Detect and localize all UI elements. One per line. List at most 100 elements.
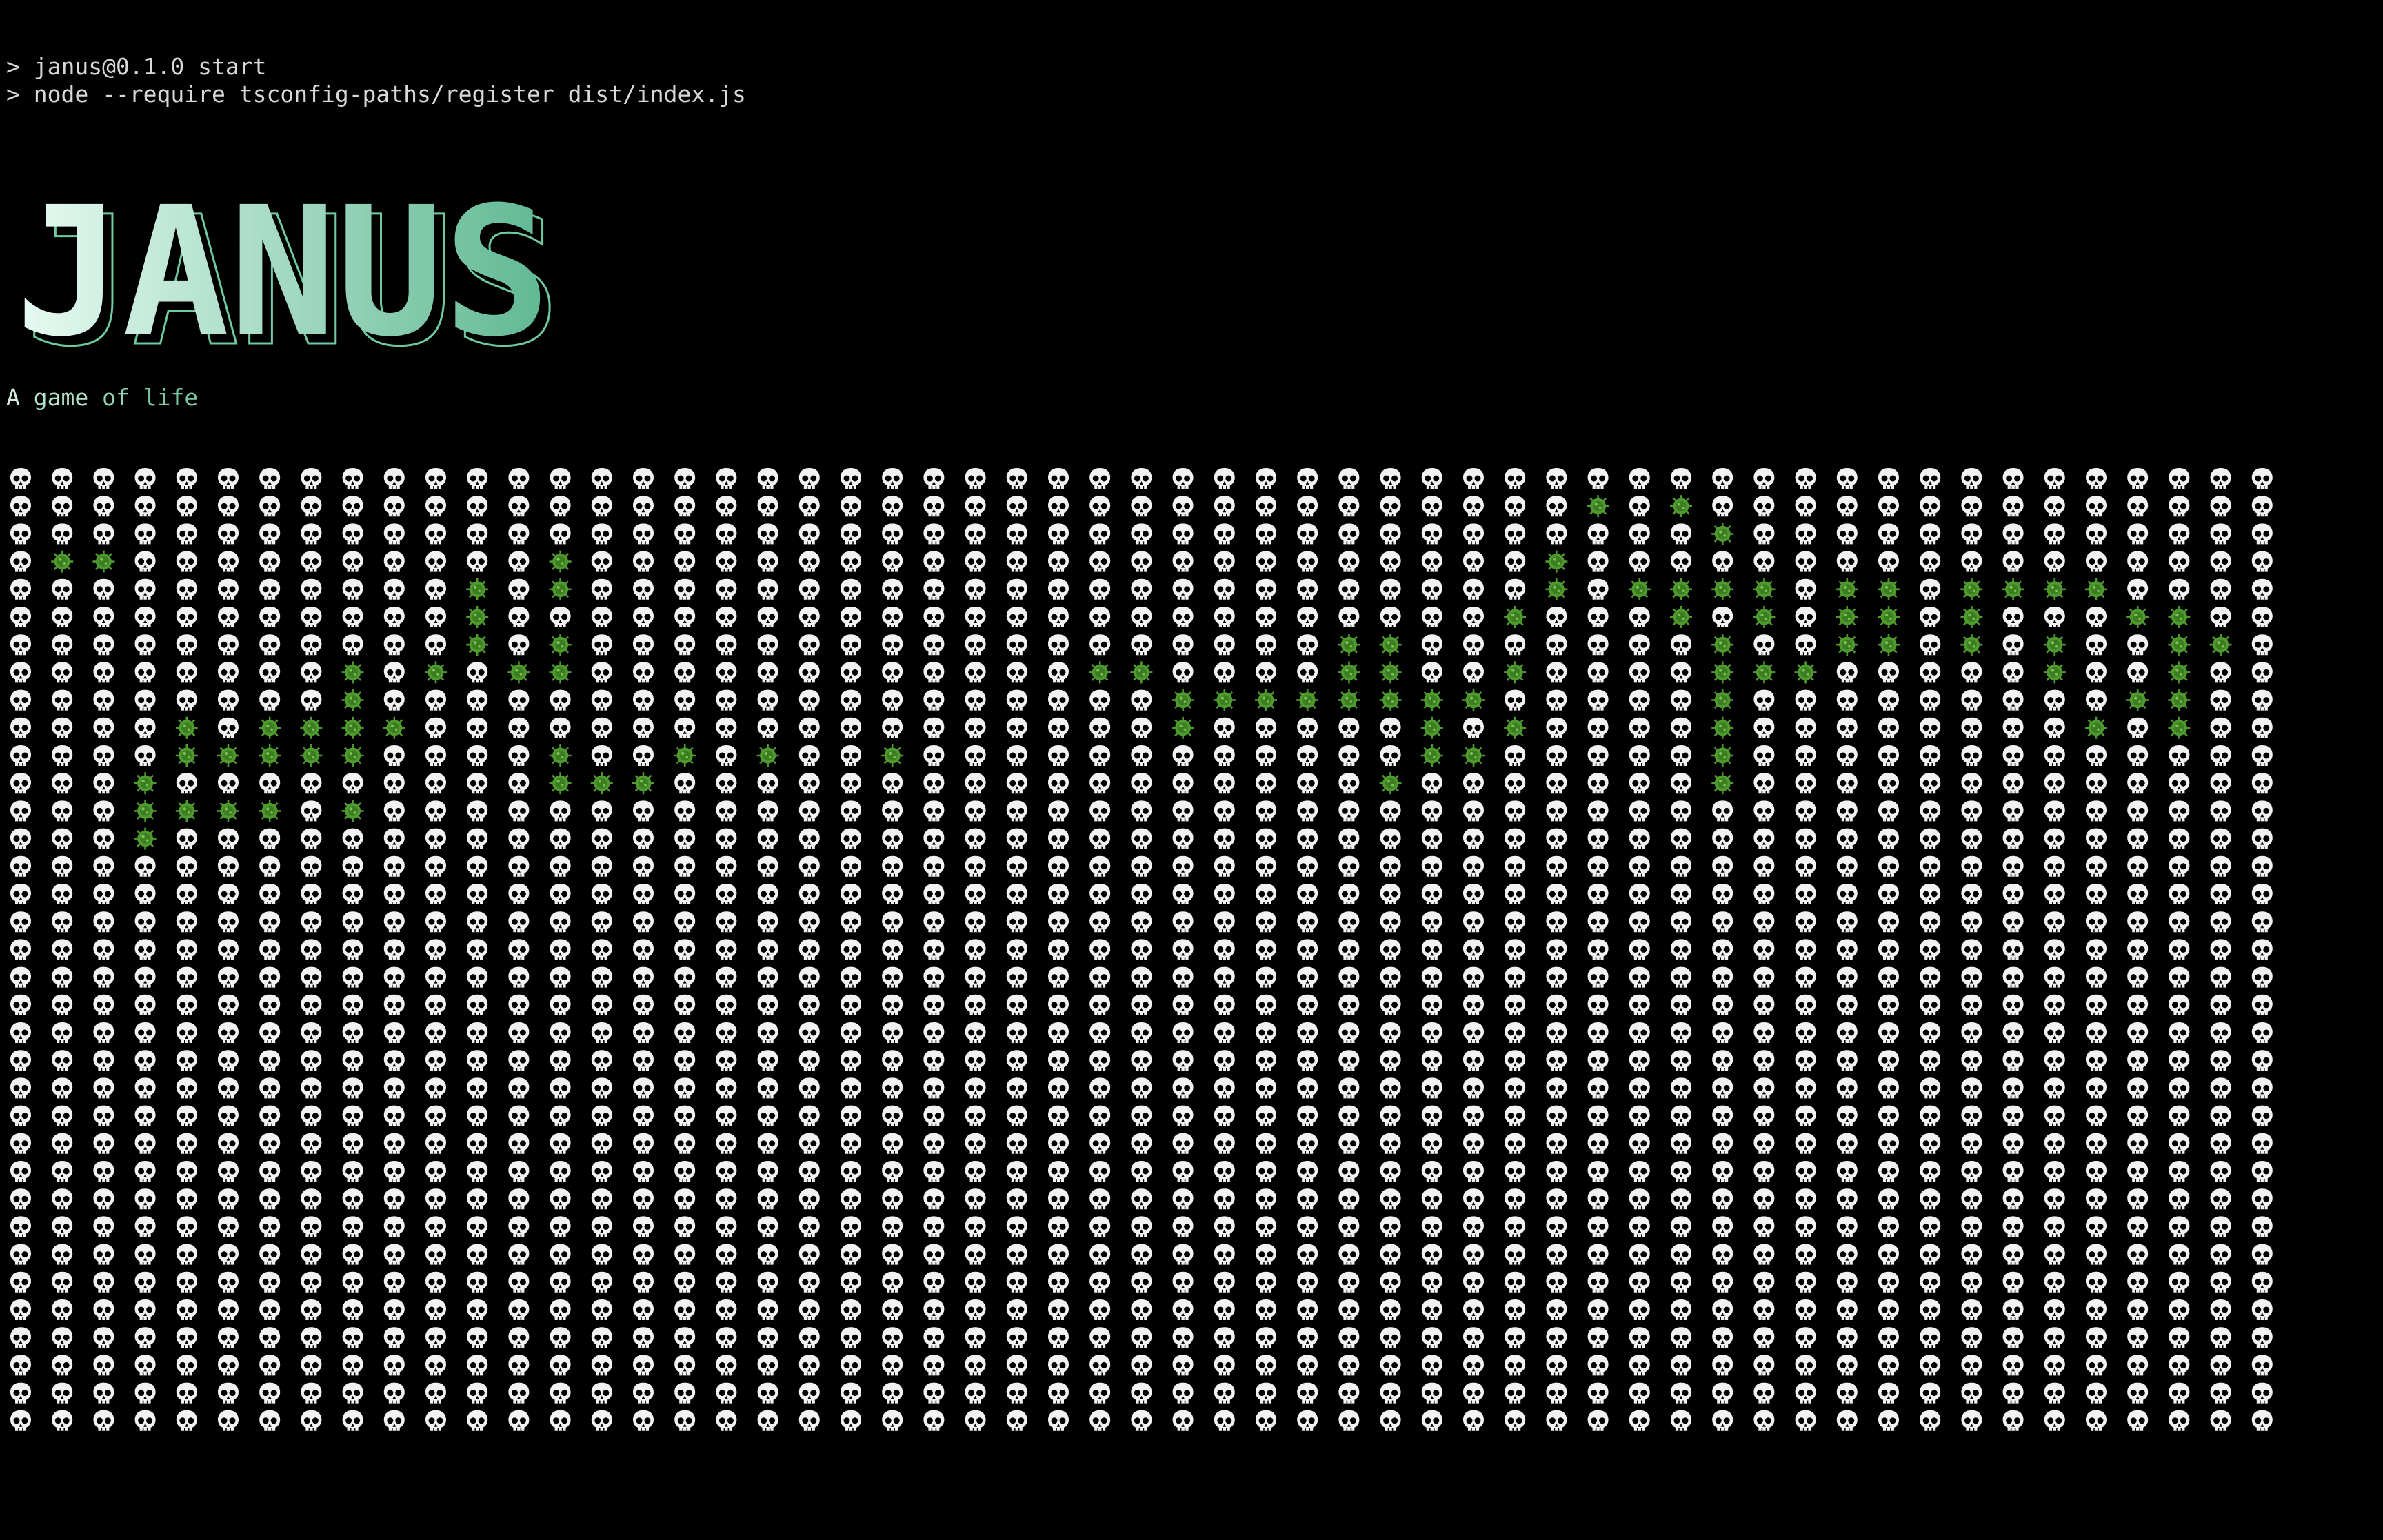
skull-icon — [1214, 717, 1235, 738]
skull-icon — [1671, 1077, 1691, 1099]
skull-icon — [2044, 884, 2065, 904]
skull-icon — [383, 468, 405, 489]
skull-icon — [798, 1022, 820, 1043]
skull-icon — [591, 1105, 612, 1126]
skull-icon — [93, 1161, 114, 1182]
skull-icon — [259, 634, 281, 656]
skull-icon — [591, 523, 612, 545]
skull-icon — [633, 1188, 654, 1210]
skull-icon — [93, 1244, 114, 1265]
skull-icon — [674, 1327, 696, 1348]
skull-icon — [716, 1161, 737, 1182]
skull-icon — [1380, 1077, 1401, 1099]
skull-icon — [965, 939, 986, 960]
skull-icon — [93, 1382, 114, 1404]
skull-icon — [1297, 468, 1318, 489]
skull-icon — [383, 994, 405, 1015]
skull-icon — [550, 1327, 571, 1348]
skull-icon — [10, 634, 31, 656]
skull-icon — [2127, 1133, 2149, 1154]
skull-icon — [134, 662, 156, 683]
skull-icon — [1961, 939, 1982, 960]
skull-icon — [1546, 1382, 1567, 1404]
virus-icon — [1461, 743, 1486, 768]
skull-icon — [52, 1410, 73, 1431]
skull-icon — [259, 855, 281, 877]
skull-icon — [342, 1133, 363, 1154]
skull-icon — [2086, 551, 2107, 572]
skull-icon — [2127, 911, 2149, 933]
skull-icon — [2210, 1355, 2231, 1376]
skull-icon — [1878, 1271, 1899, 1293]
virus-icon — [1378, 771, 1402, 796]
skull-icon — [716, 578, 737, 600]
skull-icon — [52, 1133, 73, 1154]
skull-icon — [1878, 1327, 1899, 1348]
virus-icon — [2084, 577, 2109, 602]
skull-icon — [2002, 496, 2024, 517]
skull-icon — [1048, 773, 1069, 794]
skull-icon — [1006, 911, 1027, 933]
skull-icon — [2169, 966, 2190, 988]
skull-icon — [1172, 634, 1194, 656]
skull-icon — [1214, 994, 1235, 1015]
skull-icon — [1920, 994, 1941, 1015]
skull-icon — [301, 1133, 322, 1154]
skull-icon — [467, 1382, 488, 1404]
skull-icon — [2127, 1327, 2149, 1348]
skull-icon — [550, 828, 571, 849]
skull-icon — [134, 1382, 156, 1404]
skull-icon — [1753, 1133, 1775, 1154]
skull-icon — [674, 1410, 696, 1431]
skull-icon — [1671, 662, 1691, 683]
skull-icon — [1753, 634, 1775, 656]
skull-icon — [1048, 689, 1069, 711]
skull-icon — [1256, 1050, 1276, 1071]
skull-icon — [1172, 1050, 1194, 1071]
skull-icon — [716, 1105, 737, 1126]
skull-icon — [383, 551, 405, 572]
skull-icon — [1297, 496, 1318, 517]
skull-icon — [674, 1188, 696, 1210]
skull-icon — [425, 994, 446, 1015]
skull-icon — [633, 1022, 654, 1043]
skull-icon — [467, 523, 488, 545]
skull-icon — [1463, 1022, 1484, 1043]
skull-icon — [1172, 662, 1194, 683]
skull-icon — [383, 966, 405, 988]
skull-icon — [2002, 1244, 2024, 1265]
skull-icon — [674, 1133, 696, 1154]
skull-icon — [425, 468, 446, 489]
skull-icon — [1256, 994, 1276, 1015]
skull-icon — [301, 1216, 322, 1237]
skull-icon — [923, 1022, 945, 1043]
skull-icon — [508, 1105, 530, 1126]
skull-icon — [965, 1161, 986, 1182]
skull-icon — [176, 1244, 197, 1265]
skull-icon — [1172, 855, 1194, 877]
skull-icon — [1214, 911, 1235, 933]
skull-icon — [1836, 468, 1858, 489]
skull-icon — [342, 1216, 363, 1237]
skull-icon — [1961, 1244, 1982, 1265]
skull-icon — [965, 745, 986, 766]
skull-icon — [508, 800, 530, 822]
skull-icon — [10, 1161, 31, 1182]
skull-icon — [1753, 1271, 1775, 1293]
skull-icon — [716, 966, 737, 988]
skull-icon — [1629, 1382, 1650, 1404]
skull-icon — [1297, 1382, 1318, 1404]
skull-icon — [1214, 1133, 1235, 1154]
skull-icon — [1753, 1355, 1775, 1376]
skull-icon — [1297, 662, 1318, 683]
skull-icon — [1338, 773, 1360, 794]
skull-icon — [1089, 828, 1111, 849]
skull-icon — [467, 773, 488, 794]
skull-icon — [757, 1105, 778, 1126]
skull-icon — [1338, 496, 1360, 517]
skull-icon — [633, 1133, 654, 1154]
skull-icon — [1587, 1022, 1609, 1043]
skull-icon — [1961, 1271, 1982, 1293]
skull-icon — [1131, 1022, 1152, 1043]
skull-icon — [218, 1216, 239, 1237]
